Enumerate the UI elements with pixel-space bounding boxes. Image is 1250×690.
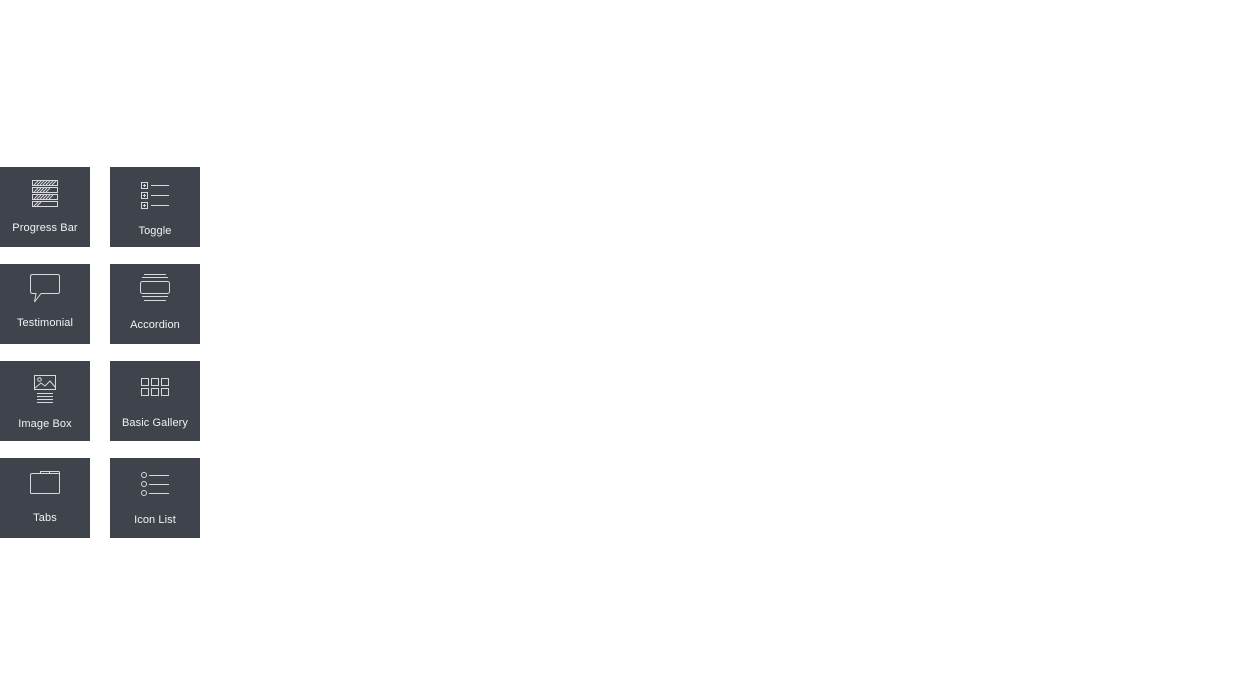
widget-icon-list[interactable]: Icon List (110, 458, 200, 538)
widget-label: Toggle (138, 225, 172, 237)
widget-accordion[interactable]: Accordion (110, 264, 200, 344)
image-box-icon (34, 375, 56, 403)
widget-label: Testimonial (16, 317, 74, 329)
icon-list-icon (141, 472, 169, 496)
tabs-icon (30, 471, 60, 494)
basic-gallery-icon (141, 378, 169, 396)
widget-label: Tabs (33, 512, 57, 524)
accordion-icon (140, 274, 170, 301)
progress-bar-icon (32, 180, 58, 207)
widget-testimonial[interactable]: Testimonial (0, 264, 90, 344)
widget-panel: Progress Bar Toggle Testimonial Accordio… (0, 0, 1250, 690)
widget-tabs[interactable]: Tabs (0, 458, 90, 538)
widget-label: Image Box (18, 418, 72, 430)
widget-label: Icon List (134, 514, 176, 526)
widget-progress-bar[interactable]: Progress Bar (0, 167, 90, 247)
toggle-icon (141, 182, 169, 209)
widget-basic-gallery[interactable]: Basic Gallery (110, 361, 200, 441)
widget-toggle[interactable]: Toggle (110, 167, 200, 247)
widget-label: Basic Gallery (121, 417, 189, 429)
testimonial-icon (30, 274, 60, 303)
widget-label: Progress Bar (12, 222, 78, 234)
widget-label: Accordion (130, 319, 180, 331)
widget-image-box[interactable]: Image Box (0, 361, 90, 441)
